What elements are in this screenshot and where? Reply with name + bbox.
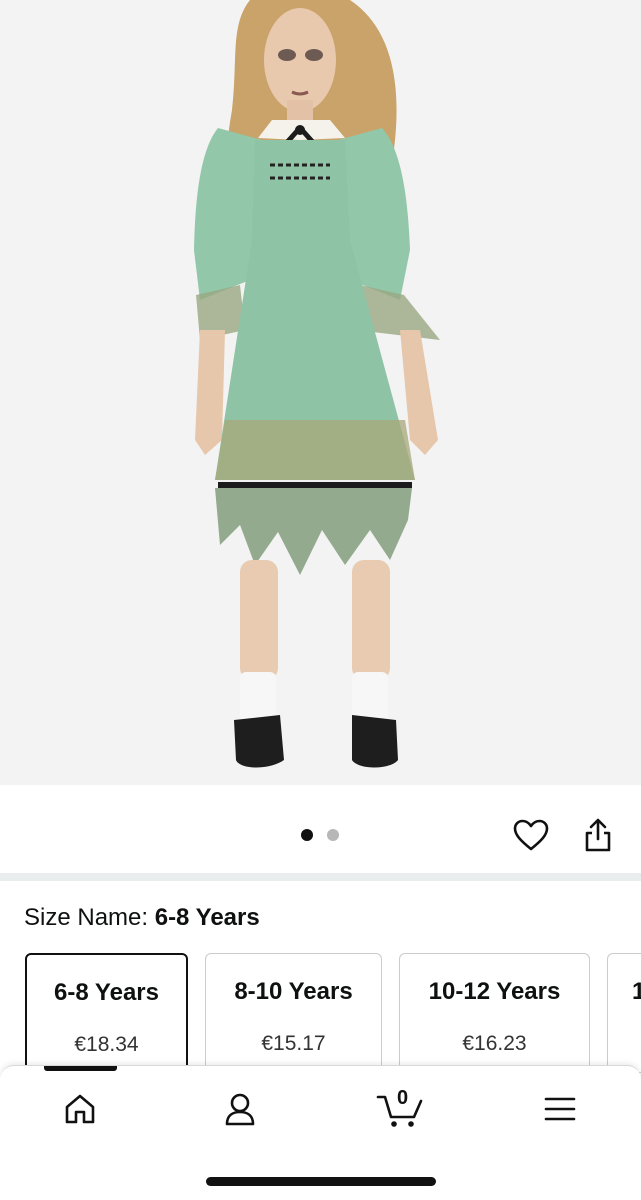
size-selected-value: 6-8 Years xyxy=(154,904,260,931)
product-photo xyxy=(194,0,440,768)
size-option-name: 1 xyxy=(632,978,641,1005)
share-button[interactable] xyxy=(580,817,616,853)
size-label-prefix: Size Name: xyxy=(24,904,155,931)
home-icon xyxy=(65,1094,95,1124)
size-option-name: 8-10 Years xyxy=(234,978,353,1005)
nav-cart[interactable]: 0 xyxy=(370,1084,430,1134)
heart-icon xyxy=(513,819,549,851)
nav-active-indicator xyxy=(44,1066,117,1071)
size-option-6-8-years[interactable]: 6-8 Years €18.34 xyxy=(25,953,188,1073)
carousel-controls xyxy=(0,785,641,873)
account-icon xyxy=(225,1093,255,1126)
size-option-10-12-years[interactable]: 10-12 Years €16.23 xyxy=(399,953,590,1073)
carousel-dot-active[interactable] xyxy=(301,829,313,841)
product-image[interactable] xyxy=(0,0,641,785)
carousel-dot[interactable] xyxy=(327,829,339,841)
share-icon xyxy=(585,818,611,852)
size-option-name: 10-12 Years xyxy=(428,978,561,1005)
menu-icon xyxy=(544,1097,576,1121)
size-option-8-10-years[interactable]: 8-10 Years €15.17 xyxy=(205,953,382,1073)
size-options: 6-8 Years €18.34 8-10 Years €15.17 10-12… xyxy=(0,953,641,1073)
size-option-price: €16.23 xyxy=(462,1032,527,1055)
nav-home[interactable] xyxy=(50,1084,110,1134)
section-divider xyxy=(0,873,641,881)
size-option-price: €18.34 xyxy=(74,1033,139,1056)
size-option-price: €15.17 xyxy=(261,1032,326,1055)
nav-account[interactable] xyxy=(210,1084,270,1134)
cart-count-badge: 0 xyxy=(397,1087,409,1109)
nav-menu[interactable] xyxy=(530,1084,590,1134)
size-name-label: Size Name: 6-8 Years xyxy=(24,904,260,932)
wishlist-button[interactable] xyxy=(513,817,549,853)
size-option-partial[interactable]: 1 xyxy=(607,953,641,1073)
size-option-name: 6-8 Years xyxy=(54,979,159,1006)
home-indicator xyxy=(206,1177,436,1186)
